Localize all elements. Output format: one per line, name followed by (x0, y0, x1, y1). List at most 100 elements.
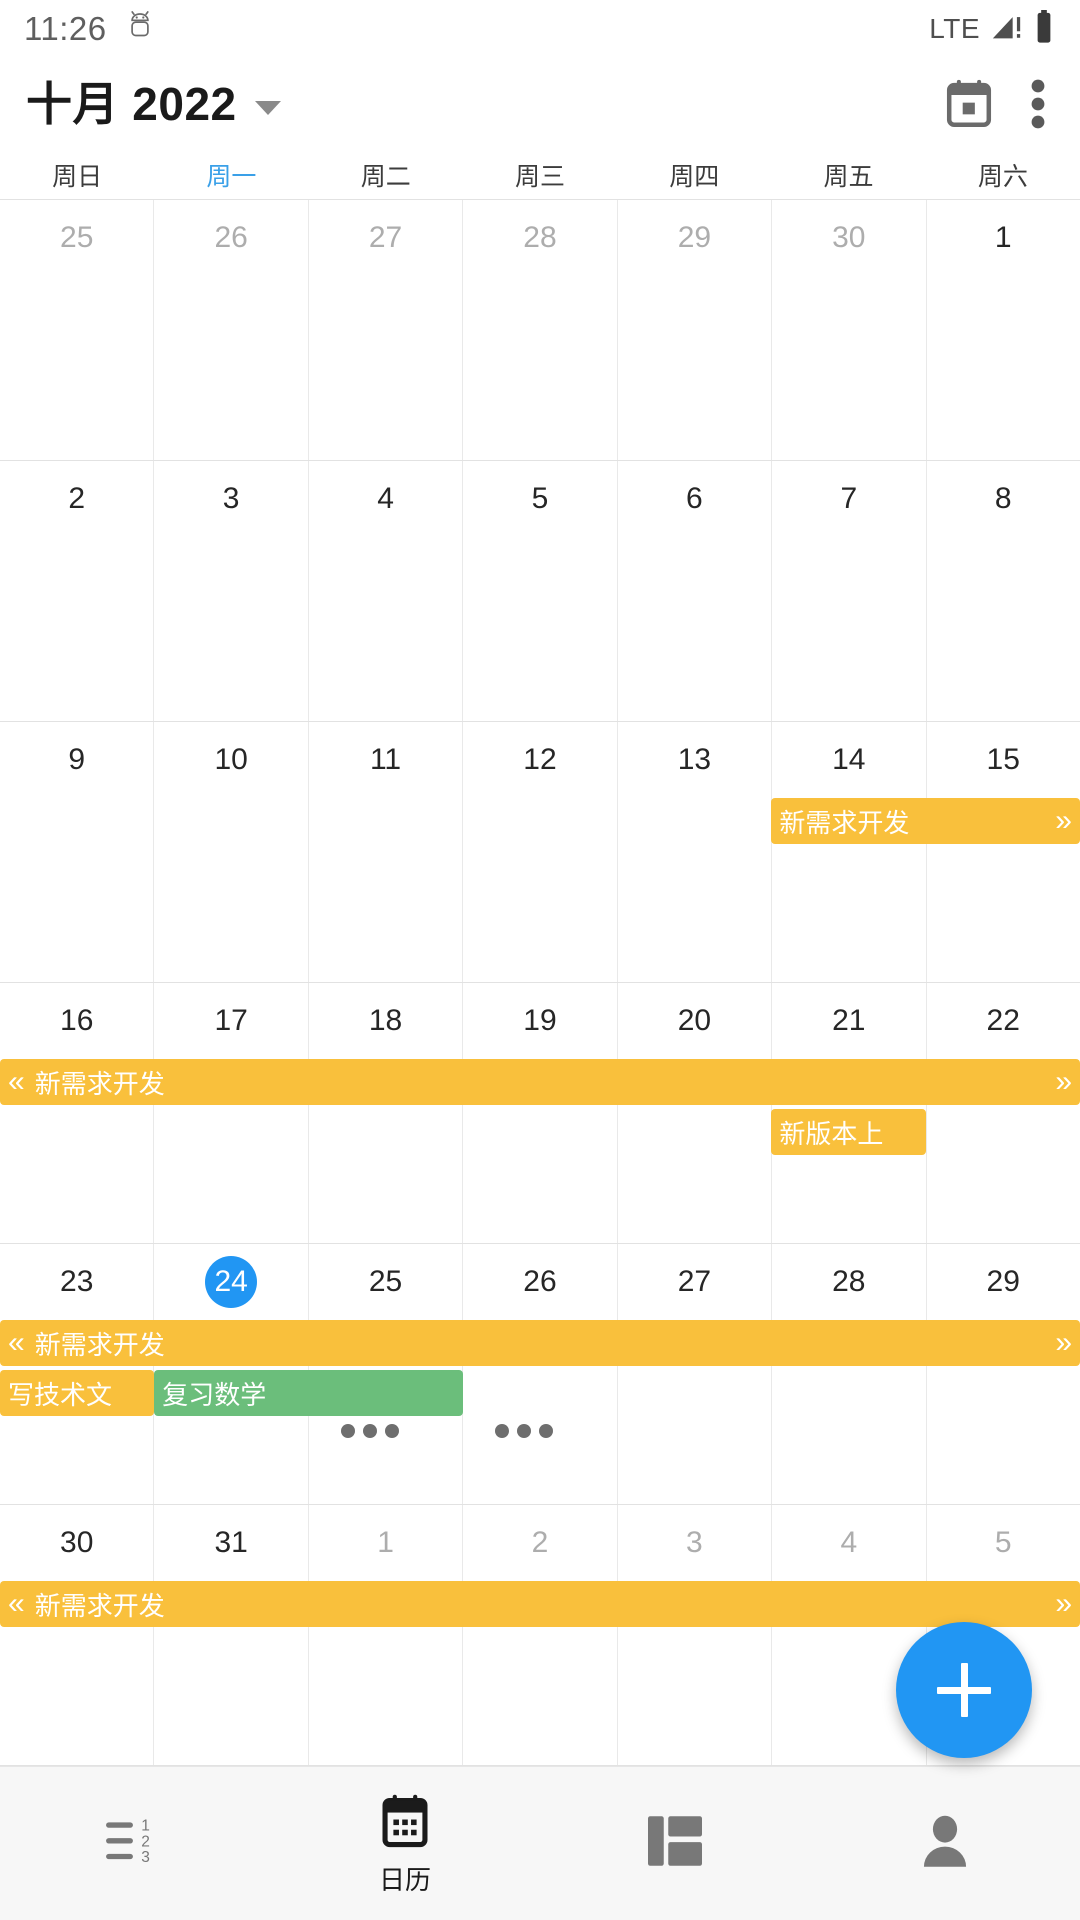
day-number: 5 (531, 482, 549, 515)
day-number: 6 (686, 482, 703, 515)
day-number: 9 (68, 743, 86, 776)
day-number: 22 (986, 1004, 1020, 1037)
status-bar-clock: 11:26 (24, 10, 107, 47)
day-number: 26 (523, 1265, 557, 1298)
weekday-header-0: 周日 (52, 162, 103, 191)
day-number: 10 (214, 743, 248, 776)
dot-icon (340, 1424, 355, 1438)
calendar-event[interactable]: 新版本上 (771, 1109, 926, 1155)
day-number: 8 (994, 482, 1012, 515)
day-number: 2 (68, 482, 86, 515)
chevron-down-icon[interactable] (254, 101, 281, 115)
go-to-today-button[interactable] (942, 77, 996, 131)
weekday-header-1: 周一 (206, 162, 257, 191)
battery-icon (1034, 9, 1054, 49)
event-continues-right-icon: » (1055, 1065, 1072, 1098)
svg-text:1: 1 (141, 1818, 150, 1835)
event-continues-right-icon: » (1055, 1587, 1072, 1620)
android-robot-icon (125, 10, 155, 49)
day-number: 17 (214, 1004, 248, 1037)
calendar-event[interactable]: 写技术文 (0, 1370, 155, 1416)
day-number: 1 (377, 1526, 394, 1559)
more-events-indicator[interactable] (494, 1424, 553, 1438)
page-title[interactable]: 十月 2022 (26, 81, 237, 127)
weekday-header-2: 周二 (360, 162, 411, 191)
week-row: 25 26 27 28 29 30 1 (0, 200, 1080, 461)
calendar-icon (377, 1794, 433, 1857)
dot-icon (494, 1424, 509, 1438)
nav-item-profile[interactable] (810, 1767, 1080, 1920)
day-number: 19 (523, 1004, 557, 1037)
day-number: 29 (677, 221, 712, 254)
day-number: 25 (368, 1265, 403, 1298)
day-number: 4 (840, 1526, 858, 1559)
event-continues-left-icon: « (8, 1326, 25, 1359)
event-title: 新需求开发 (34, 1590, 165, 1621)
week-events-layer (0, 276, 1080, 460)
calendar-event[interactable]: « 新需求开发 » (0, 1581, 1080, 1627)
event-continues-right-icon: » (1055, 1326, 1072, 1359)
day-number: 15 (986, 743, 1020, 776)
day-number: 27 (677, 1265, 712, 1298)
day-number: 26 (214, 221, 248, 254)
app-header: 十月 2022 (0, 58, 1080, 150)
signal-icon (990, 11, 1024, 48)
day-number: 25 (60, 221, 94, 254)
status-bar: 11:26 LTE (0, 0, 1080, 58)
dot-icon (362, 1424, 377, 1438)
day-number: 18 (368, 1004, 403, 1037)
day-number: 16 (60, 1004, 94, 1037)
day-number: 20 (677, 1004, 712, 1037)
status-bar-notification-icons (125, 10, 155, 49)
calendar-event[interactable]: 复习数学 (154, 1370, 463, 1416)
calendar-app-screen: 11:26 LTE 十月 2022 周日 周一 周二 周三 周四 周五 周六 2… (0, 0, 1080, 1920)
overflow-menu-button[interactable] (1030, 76, 1046, 132)
day-number: 12 (523, 743, 557, 776)
add-event-fab[interactable] (896, 1622, 1032, 1758)
event-title: 新需求开发 (34, 1068, 165, 1099)
event-continues-left-icon: « (8, 1587, 25, 1620)
nav-item-agenda[interactable]: 123 (0, 1767, 270, 1920)
svg-text:3: 3 (141, 1849, 150, 1866)
status-bar-system-icons: LTE (929, 9, 1054, 49)
more-events-indicator[interactable] (340, 1424, 399, 1438)
nav-item-dashboard[interactable] (540, 1767, 810, 1920)
dot-icon (538, 1424, 553, 1438)
day-number: 28 (523, 221, 557, 254)
day-number: 24 (154, 1256, 307, 1308)
calendar-event[interactable]: « 新需求开发 » (0, 1320, 1080, 1366)
week-row: 2 3 4 5 6 7 8 (0, 461, 1080, 722)
day-number: 28 (832, 1265, 866, 1298)
week-events-layer: « 新需求开发 » 写技术文 复习数学 (0, 1320, 1080, 1504)
day-number: 1 (994, 221, 1012, 254)
nav-item-label: 日历 (378, 1865, 431, 1895)
dashboard-grid-icon (645, 1814, 705, 1873)
calendar-event[interactable]: 新需求开发 » (771, 798, 1080, 844)
weekday-header-6: 周六 (977, 162, 1028, 191)
day-number: 2 (531, 1526, 549, 1559)
week-events-layer: 新需求开发 » (0, 798, 1080, 982)
dot-icon (384, 1424, 399, 1438)
person-icon (918, 1813, 972, 1874)
bottom-navigation-bar: 1 2 3 日历 (0, 1766, 1080, 1920)
day-number: 29 (986, 1265, 1020, 1298)
event-continues-left-icon: « (8, 1065, 25, 1098)
weekday-header-row: 周日 周一 周二 周三 周四 周五 周六 (0, 150, 1080, 200)
month-grid: 25 26 27 28 29 30 1 2 3 4 5 6 7 8 9 10 11 12 13 14 15 新需求开发» 1… (0, 200, 1080, 1766)
nav-item-calendar[interactable]: 日历 (270, 1767, 540, 1920)
event-title: 新需求开发 (34, 1329, 165, 1360)
plus-icon-vertical (960, 1663, 968, 1717)
calendar-event[interactable]: « 新需求开发 » (0, 1059, 1080, 1105)
event-title: 新版本上 (779, 1118, 884, 1149)
week-row: 9 10 11 12 13 14 15 新需求开发 » (0, 722, 1080, 983)
event-continues-right-icon: » (1055, 804, 1072, 837)
day-number: 7 (840, 482, 858, 515)
event-title: 写技术文 (8, 1379, 113, 1410)
network-type-label: LTE (929, 13, 980, 44)
weekday-header-5: 周五 (823, 162, 874, 191)
day-number: 11 (369, 743, 402, 776)
today-highlight: 24 (205, 1256, 258, 1308)
day-number: 3 (686, 1526, 703, 1559)
week-events-layer (0, 537, 1080, 721)
numbered-list-icon: 123 (104, 1814, 166, 1873)
